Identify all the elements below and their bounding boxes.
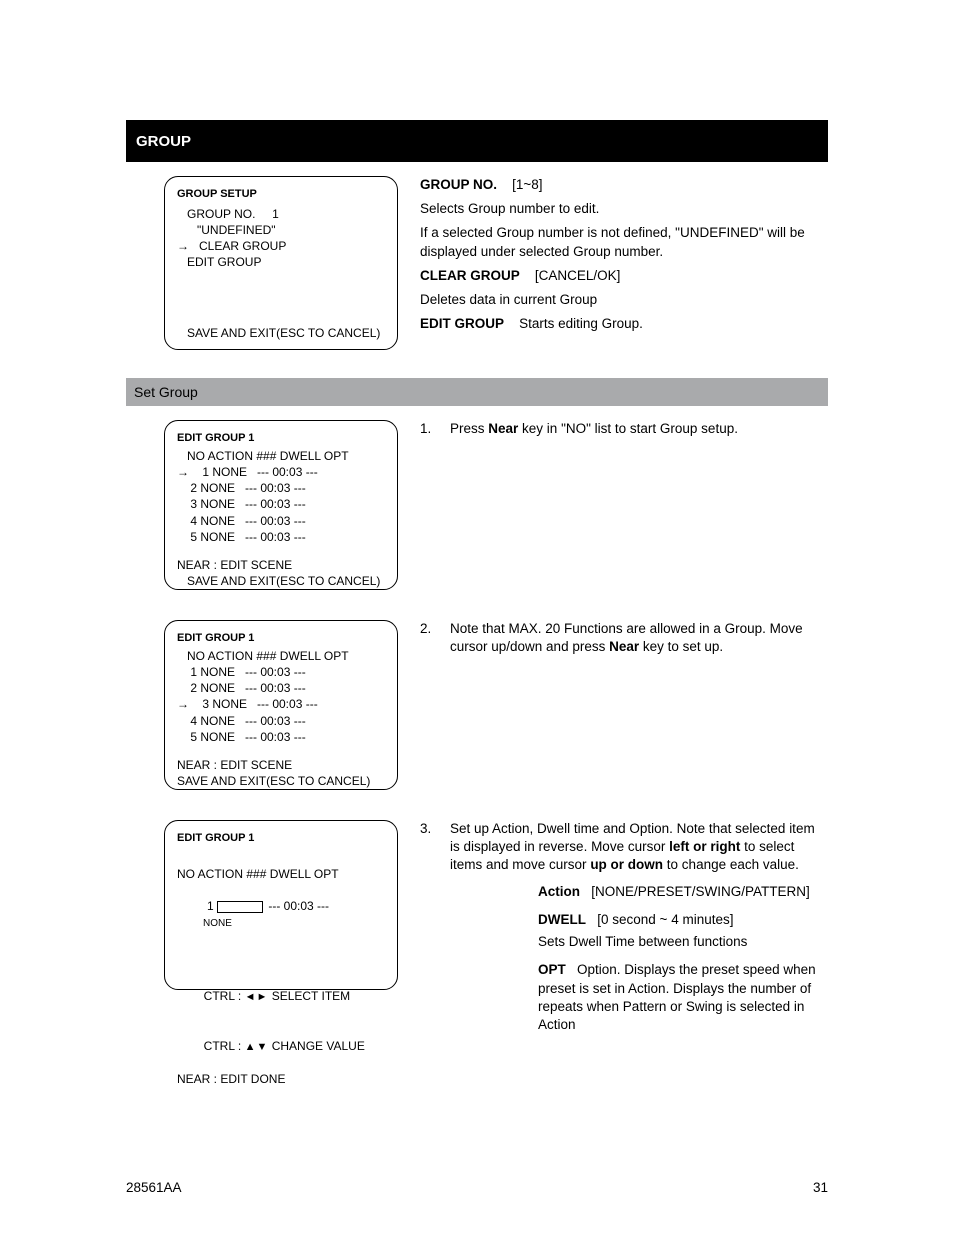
panel-line: SAVE AND EXIT(ESC TO CANCEL) xyxy=(177,325,385,341)
panel-title: EDIT GROUP 1 xyxy=(177,631,385,646)
detail-line: OPT Option. Displays the preset speed wh… xyxy=(538,961,828,1034)
panel-line: 4 NONE --- 00:03 --- xyxy=(177,513,385,529)
panel-line: 5 NONE --- 00:03 --- xyxy=(177,529,385,545)
section-heading-text: GROUP xyxy=(136,133,191,150)
step-1-text: 1. Press Near key in "NO" list to start … xyxy=(420,406,828,446)
panel-line: NEAR : EDIT DONE xyxy=(177,1071,385,1087)
panel-line: NEAR : EDIT SCENE xyxy=(177,757,385,773)
footer-doc-id: 28561AA xyxy=(126,1180,182,1195)
panel-title: EDIT GROUP 1 xyxy=(177,831,385,846)
footer-page-number: 31 xyxy=(813,1180,828,1195)
field-text: Starts editing Group. xyxy=(519,316,643,331)
step-number: 3. xyxy=(420,820,434,875)
panel-line: → 1 NONE --- 00:03 --- xyxy=(177,464,385,480)
block-step-1: EDIT GROUP 1 NO ACTION ### DWELL OPT → 1… xyxy=(126,406,828,590)
panel-hint: CTRL : ▲▼ CHANGE VALUE xyxy=(177,1021,385,1070)
desc-line: CLEAR GROUP [CANCEL/OK] xyxy=(420,267,828,285)
up-down-arrow-icon: ▲▼ xyxy=(245,1041,269,1053)
detail-line: DWELL [0 second ~ 4 minutes] xyxy=(538,911,828,929)
step-body: Press Near key in "NO" list to start Gro… xyxy=(450,420,738,438)
field-label: CLEAR GROUP xyxy=(420,268,520,283)
section-heading-bar: GROUP xyxy=(126,120,828,162)
desc-line: If a selected Group number is not define… xyxy=(420,224,828,260)
desc-line: Deletes data in current Group xyxy=(420,291,828,309)
panel-line: 4 NONE --- 00:03 --- xyxy=(177,713,385,729)
panel-title: EDIT GROUP 1 xyxy=(177,431,385,446)
arrow-icon: → xyxy=(177,697,189,711)
step-body: Note that MAX. 20 Functions are allowed … xyxy=(450,620,828,656)
panel-line: NO ACTION ### DWELL OPT xyxy=(177,866,385,882)
panel-line: 2 NONE --- 00:03 --- xyxy=(177,480,385,496)
group-setup-description: GROUP NO. [1~8] Selects Group number to … xyxy=(420,162,828,340)
step-body: Set up Action, Dwell time and Option. No… xyxy=(450,820,828,875)
subsection-heading-text: Set Group xyxy=(134,384,198,400)
field-label: GROUP NO. xyxy=(420,177,497,192)
left-right-arrow-icon: ◄► xyxy=(245,991,269,1003)
step-3-details: Action [NONE/PRESET/SWING/PATTERN] DWELL… xyxy=(538,883,828,1035)
field-label: EDIT GROUP xyxy=(420,316,504,331)
step-number: 1. xyxy=(420,420,434,438)
panel-title: GROUP SETUP xyxy=(177,187,385,202)
subsection-heading-bar: Set Group xyxy=(126,378,828,406)
panel-line: 5 NONE --- 00:03 --- xyxy=(177,729,385,745)
step-number: 2. xyxy=(420,620,434,656)
panel-line: "UNDEFINED" xyxy=(177,222,385,238)
step-3-text: 3. Set up Action, Dwell time and Option.… xyxy=(420,806,828,1038)
selection-box-icon xyxy=(217,901,263,913)
block-step-3: EDIT GROUP 1 NO ACTION ### DWELL OPT 1 -… xyxy=(126,806,828,1038)
panel-line: SAVE AND EXIT(ESC TO CANCEL) xyxy=(177,573,385,589)
numbered-step: 2. Note that MAX. 20 Functions are allow… xyxy=(420,620,828,656)
manual-page: GROUP GROUP SETUP GROUP NO. 1 "UNDEFINED… xyxy=(0,0,954,1235)
panel-edit-group-c: EDIT GROUP 1 NO ACTION ### DWELL OPT 1 -… xyxy=(164,820,398,990)
selection-box-text: NONE xyxy=(203,917,385,931)
detail-line: Sets Dwell Time between functions xyxy=(538,933,828,951)
desc-line: Selects Group number to edit. xyxy=(420,200,828,218)
arrow-icon: → xyxy=(177,465,189,479)
panel-line: GROUP NO. 1 xyxy=(177,206,385,222)
numbered-step: 1. Press Near key in "NO" list to start … xyxy=(420,420,828,438)
detail-line: Action [NONE/PRESET/SWING/PATTERN] xyxy=(538,883,828,901)
panel-line: → 3 NONE --- 00:03 --- xyxy=(177,696,385,712)
panel-edit-group-a: EDIT GROUP 1 NO ACTION ### DWELL OPT → 1… xyxy=(164,420,398,590)
desc-line: EDIT GROUP Starts editing Group. xyxy=(420,315,828,333)
panel-line: 3 NONE --- 00:03 --- xyxy=(177,496,385,512)
numbered-step: 3. Set up Action, Dwell time and Option.… xyxy=(420,820,828,875)
panel-edit-group-b: EDIT GROUP 1 NO ACTION ### DWELL OPT 1 N… xyxy=(164,620,398,790)
panel-line: NEAR : EDIT SCENE xyxy=(177,557,385,573)
panel-group-setup: GROUP SETUP GROUP NO. 1 "UNDEFINED" → CL… xyxy=(164,176,398,350)
field-range: [1~8] xyxy=(512,177,542,192)
panel-line: NO ACTION ### DWELL OPT xyxy=(177,448,385,464)
panel-line: EDIT GROUP xyxy=(177,254,385,270)
panel-line: → CLEAR GROUP xyxy=(177,238,385,254)
panel-line: NO ACTION ### DWELL OPT xyxy=(177,648,385,664)
step-2-text: 2. Note that MAX. 20 Functions are allow… xyxy=(420,606,828,664)
field-range: [CANCEL/OK] xyxy=(535,268,621,283)
panel-hint: CTRL : ◄► SELECT ITEM xyxy=(177,972,385,1021)
block-group-setup: GROUP SETUP GROUP NO. 1 "UNDEFINED" → CL… xyxy=(126,162,828,350)
panel-line: 2 NONE --- 00:03 --- xyxy=(177,680,385,696)
block-step-2: EDIT GROUP 1 NO ACTION ### DWELL OPT 1 N… xyxy=(126,606,828,790)
arrow-icon: → xyxy=(177,239,189,253)
page-footer: 28561AA 31 xyxy=(126,1180,828,1195)
desc-line: GROUP NO. [1~8] xyxy=(420,176,828,194)
panel-line: 1 NONE --- 00:03 --- xyxy=(177,664,385,680)
panel-line: SAVE AND EXIT(ESC TO CANCEL) xyxy=(177,773,385,789)
